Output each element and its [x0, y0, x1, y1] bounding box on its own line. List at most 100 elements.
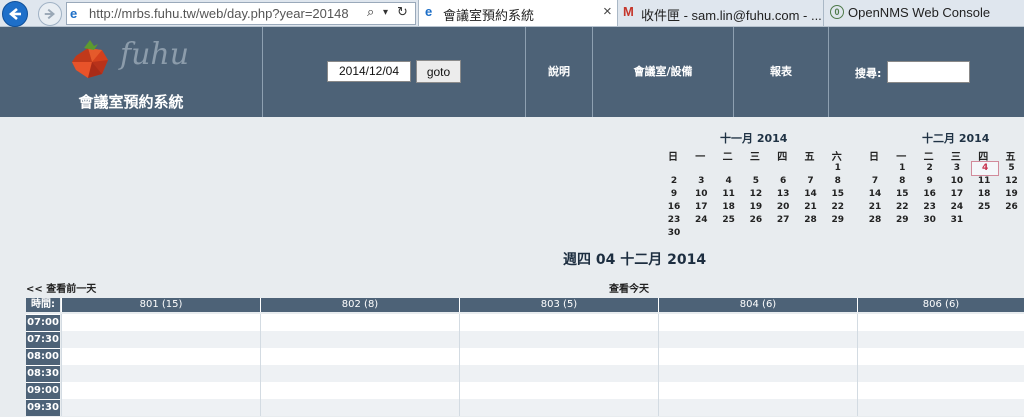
goto-button[interactable]: goto — [416, 60, 461, 83]
calendar-day[interactable]: 21 — [801, 202, 821, 212]
calendar-day[interactable]: 8 — [892, 176, 912, 186]
time-slot-label[interactable]: 07:00 — [26, 314, 60, 331]
calendar-day[interactable]: 5 — [1002, 163, 1022, 173]
calendar-day[interactable]: 2 — [920, 163, 940, 173]
dropdown-icon[interactable]: ▾ — [383, 7, 388, 18]
booking-slot[interactable] — [260, 365, 459, 382]
calendar-day[interactable]: 7 — [865, 176, 885, 186]
room-header[interactable]: 806 (6) — [857, 298, 1024, 312]
time-slot-label[interactable]: 09:30 — [26, 399, 60, 416]
booking-slot[interactable] — [459, 365, 658, 382]
booking-slot[interactable] — [658, 382, 857, 399]
booking-slot[interactable] — [658, 348, 857, 365]
booking-slot[interactable] — [658, 331, 857, 348]
booking-slot[interactable] — [61, 314, 260, 331]
logo-area[interactable]: fuhu 會議室預約系統 — [0, 27, 263, 117]
today-link[interactable]: 查看今天 — [609, 280, 649, 295]
calendar-day[interactable]: 30 — [664, 228, 684, 238]
calendar-day[interactable]: 13 — [773, 189, 793, 199]
calendar-day[interactable]: 22 — [892, 202, 912, 212]
booking-slot[interactable] — [260, 314, 459, 331]
calendar-day[interactable]: 29 — [828, 215, 848, 225]
calendar-day[interactable]: 16 — [920, 189, 940, 199]
booking-slot[interactable] — [857, 331, 1024, 348]
calendar-day[interactable]: 30 — [920, 215, 940, 225]
calendar-day[interactable]: 26 — [746, 215, 766, 225]
calendar-day[interactable]: 18 — [719, 202, 739, 212]
calendar-day[interactable]: 15 — [828, 189, 848, 199]
booking-slot[interactable] — [61, 331, 260, 348]
calendar-day[interactable]: 24 — [691, 215, 711, 225]
calendar-day[interactable]: 18 — [974, 189, 994, 199]
booking-slot[interactable] — [61, 399, 260, 416]
calendar-day[interactable]: 5 — [746, 176, 766, 186]
calendar-day[interactable]: 27 — [773, 215, 793, 225]
booking-slot[interactable] — [658, 399, 857, 416]
booking-slot[interactable] — [260, 382, 459, 399]
calendar-day[interactable]: 23 — [664, 215, 684, 225]
booking-slot[interactable] — [459, 399, 658, 416]
calendar-title[interactable]: 十二月 2014 — [922, 130, 989, 146]
report-link[interactable]: 報表 — [734, 27, 829, 117]
tab-mrbs[interactable]: e 會議室預約系統 × — [418, 0, 618, 26]
booking-slot[interactable] — [857, 314, 1024, 331]
previous-day-link[interactable]: << 查看前一天 — [26, 280, 96, 295]
calendar-day[interactable]: 11 — [974, 176, 994, 186]
calendar-day[interactable]: 8 — [828, 176, 848, 186]
help-link[interactable]: 說明 — [526, 27, 593, 117]
room-header[interactable]: 801 (15) — [61, 298, 260, 312]
calendar-day[interactable]: 28 — [801, 215, 821, 225]
calendar-day[interactable]: 2 — [664, 176, 684, 186]
booking-slot[interactable] — [260, 348, 459, 365]
calendar-day[interactable]: 23 — [920, 202, 940, 212]
booking-slot[interactable] — [61, 382, 260, 399]
calendar-day[interactable]: 14 — [865, 189, 885, 199]
tab-opennms[interactable]: 0 OpenNMS Web Console — [824, 0, 1024, 26]
calendar-day[interactable]: 1 — [828, 163, 848, 173]
calendar-day[interactable]: 11 — [719, 189, 739, 199]
calendar-day[interactable]: 3 — [691, 176, 711, 186]
calendar-day[interactable]: 12 — [746, 189, 766, 199]
date-input[interactable] — [327, 61, 411, 82]
calendar-day[interactable]: 25 — [974, 202, 994, 212]
calendar-day[interactable]: 14 — [801, 189, 821, 199]
forward-button[interactable] — [38, 2, 62, 26]
room-header[interactable]: 803 (5) — [459, 298, 658, 312]
calendar-day[interactable]: 20 — [773, 202, 793, 212]
calendar-day[interactable]: 10 — [947, 176, 967, 186]
calendar-day[interactable]: 19 — [746, 202, 766, 212]
calendar-day[interactable]: 26 — [1002, 202, 1022, 212]
booking-slot[interactable] — [459, 331, 658, 348]
time-slot-label[interactable]: 07:30 — [26, 331, 60, 348]
calendar-day[interactable]: 6 — [773, 176, 793, 186]
back-button[interactable] — [2, 1, 28, 27]
calendar-day[interactable]: 21 — [865, 202, 885, 212]
booking-slot[interactable] — [857, 348, 1024, 365]
calendar-day[interactable]: 25 — [719, 215, 739, 225]
booking-slot[interactable] — [459, 348, 658, 365]
calendar-day[interactable]: 7 — [801, 176, 821, 186]
search-input[interactable] — [887, 61, 970, 83]
calendar-day[interactable]: 3 — [947, 163, 967, 173]
calendar-day[interactable]: 31 — [947, 215, 967, 225]
calendar-day[interactable]: 19 — [1002, 189, 1022, 199]
booking-slot[interactable] — [61, 365, 260, 382]
calendar-day[interactable]: 16 — [664, 202, 684, 212]
calendar-day[interactable]: 17 — [691, 202, 711, 212]
booking-slot[interactable] — [61, 348, 260, 365]
booking-slot[interactable] — [459, 382, 658, 399]
calendar-day[interactable]: 4 — [719, 176, 739, 186]
booking-slot[interactable] — [658, 314, 857, 331]
calendar-day[interactable]: 10 — [691, 189, 711, 199]
search-icon[interactable]: ⌕ — [367, 5, 374, 20]
calendar-day[interactable]: 1 — [892, 163, 912, 173]
calendar-day[interactable]: 29 — [892, 215, 912, 225]
booking-slot[interactable] — [459, 314, 658, 331]
calendar-day-today[interactable]: 4 — [971, 161, 1000, 176]
calendar-day[interactable]: 15 — [892, 189, 912, 199]
calendar-day[interactable]: 24 — [947, 202, 967, 212]
calendar-day[interactable]: 12 — [1002, 176, 1022, 186]
time-slot-label[interactable]: 08:30 — [26, 365, 60, 382]
calendar-day[interactable]: 28 — [865, 215, 885, 225]
calendar-day[interactable]: 17 — [947, 189, 967, 199]
